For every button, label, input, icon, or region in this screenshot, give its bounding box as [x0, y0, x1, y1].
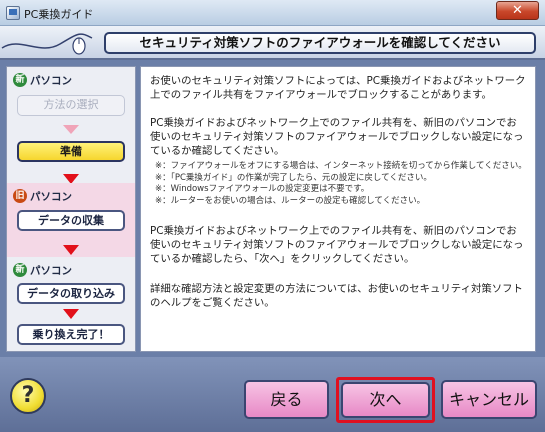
notes-list: ※：ファイアウォールをオフにする場合は、インターネット接続を切ってから作業してく… [155, 161, 527, 207]
step-section-new-pc: 新 パソコン 方法の選択 準備 [7, 67, 135, 184]
step-section-new-pc-2: 新 パソコン データの取り込み 乗り換え完了！ [7, 257, 135, 351]
page-title: セキュリティ対策ソフトのファイアウォールを確認してください [104, 32, 536, 54]
check-paragraph: PC乗換ガイドおよびネットワーク上でのファイル共有を、新旧のパソコンでお使いのセ… [150, 117, 524, 157]
intro-paragraph: お使いのセキュリティ対策ソフトによっては、PC乗換ガイドおよびネットワーク上での… [150, 75, 526, 101]
help-reference-paragraph: 詳細な確認方法と設定変更の方法については、お使いのセキュリティ対策ソフトのヘルプ… [150, 283, 523, 309]
note-item: ※：「PC乗換ガイド」の作業が完了したら、元の設定に戻してください。 [155, 172, 432, 183]
title-bar: PC乗換ガイド ✕ [0, 0, 545, 26]
step-data-collection: データの収集 [17, 210, 125, 231]
step-data-import: データの取り込み [17, 283, 125, 304]
note-item: ※：ファイアウォールをオフにする場合は、インターネット接続を切ってから作業してく… [155, 161, 527, 171]
question-mark-icon[interactable]: ? [10, 378, 46, 414]
next-instruction-paragraph: PC乗換ガイドおよびネットワーク上でのファイル共有を、新旧のパソコンでお使いのセ… [150, 225, 524, 265]
section-label: パソコン [30, 264, 72, 277]
step-preparation: 準備 [17, 141, 125, 162]
note-item: ※：ルーターをお使いの場合は、ルーターの設定も確認してください。 [155, 195, 426, 206]
next-button[interactable]: 次へ [341, 382, 430, 418]
window-title: PC乗換ガイド [24, 8, 94, 21]
footer-bar: ? 戻る 次へ キャンセル [0, 357, 545, 432]
mouse-cable-icon [1, 33, 93, 55]
content-pane: お使いのセキュリティ対策ソフトによっては、PC乗換ガイドおよびネットワーク上での… [140, 66, 536, 352]
section-label: パソコン [30, 190, 72, 203]
step-transfer-complete: 乗り換え完了！ [17, 324, 125, 345]
new-pc-badge: 新 [13, 263, 27, 277]
step-arrow [63, 309, 79, 319]
old-pc-badge: 旧 [13, 189, 27, 203]
header-band: セキュリティ対策ソフトのファイアウォールを確認してください [0, 26, 545, 60]
step-arrow [63, 125, 79, 134]
step-arrow [63, 245, 79, 255]
section-label: パソコン [30, 74, 72, 87]
close-button[interactable]: ✕ [496, 1, 539, 20]
step-section-old-pc: 旧 パソコン データの収集 [7, 183, 135, 257]
step-panel: 新 パソコン 方法の選択 準備 旧 パソコン データの収集 新 パソコン データ… [6, 66, 136, 352]
pc-transfer-app-icon [6, 6, 20, 20]
step-method-select: 方法の選択 [17, 95, 125, 116]
note-item: ※：Windowsファイアウォールの設定変更は不要です。 [155, 184, 370, 194]
new-pc-badge: 新 [13, 73, 27, 87]
cancel-button[interactable]: キャンセル [441, 380, 537, 419]
back-button[interactable]: 戻る [244, 380, 329, 419]
